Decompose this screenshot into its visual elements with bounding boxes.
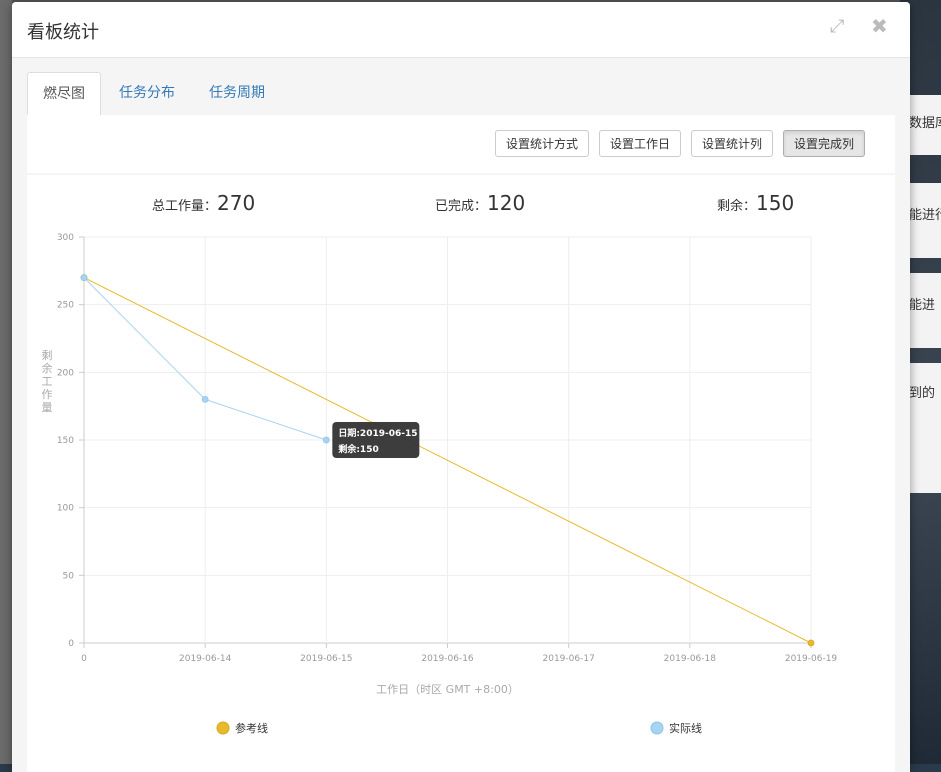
close-icon[interactable]: ✖ [871, 14, 888, 38]
series-point [807, 639, 815, 647]
y-axis-title-char: 剩 [42, 349, 53, 362]
legend-marker [650, 721, 664, 735]
kanban-stats-modal: 看板统计 ⤢ ✖ 燃尽图 任务分布 任务周期 设置统计方式 设置工作日 设置统计… [12, 2, 910, 772]
series-point [80, 274, 88, 281]
set-stat-mode-button[interactable]: 设置统计方式 [495, 130, 590, 157]
legend-marker [216, 721, 230, 735]
background-card: 能进行 [905, 183, 941, 258]
y-tick-label: 100 [57, 504, 74, 514]
x-tick-label: 0 [81, 654, 87, 664]
set-stat-columns-button[interactable]: 设置统计列 [691, 130, 774, 157]
set-done-columns-button[interactable]: 设置完成列 [783, 130, 866, 157]
y-axis-title-char: 余 [42, 361, 53, 375]
x-tick-label: 2019-06-16 [421, 654, 474, 664]
burndown-panel: 总工作量：270 已完成：120 剩余：150 0 50 100 150 200 250 3… [27, 175, 895, 772]
modal-header: 看板统计 ⤢ ✖ [12, 2, 910, 58]
y-tick-label: 150 [57, 436, 74, 446]
tooltip-remaining: 剩余:150 [338, 443, 378, 455]
x-tick-label: 2019-06-18 [664, 654, 717, 664]
y-tick-label: 0 [68, 639, 74, 649]
tab-bar: 燃尽图 任务分布 任务周期 [27, 72, 895, 117]
tab-burndown[interactable]: 燃尽图 [27, 72, 101, 117]
x-tick-label: 2019-06-19 [785, 654, 838, 664]
legend-label: 参考线 [235, 721, 268, 735]
x-tick-label: 2019-06-15 [300, 654, 352, 664]
y-tick-label: 200 [57, 368, 74, 378]
y-axis-title-char: 作 [42, 388, 53, 401]
y-tick-label: 50 [63, 571, 75, 581]
y-axis-title-char: 量 [42, 401, 53, 414]
series-point [201, 395, 209, 403]
y-axis-title-char: 工 [42, 375, 53, 388]
background-card: 到的 [905, 363, 941, 493]
background-left-strip [0, 0, 12, 764]
toolbar: 设置统计方式 设置工作日 设置统计列 设置完成列 [27, 115, 895, 173]
modal-title: 看板统计 [27, 22, 99, 43]
background-card: 能进 [905, 273, 941, 348]
y-tick-label: 300 [57, 233, 74, 243]
x-tick-label: 2019-06-17 [543, 654, 595, 664]
tab-task-distribution[interactable]: 任务分布 [104, 72, 190, 114]
background-card: 数据库 [905, 95, 941, 155]
legend-label: 实际线 [669, 721, 702, 735]
expand-icon[interactable]: ⤢ [830, 16, 844, 37]
burndown-chart: 0 50 100 150 200 250 300 0 2019-06-14 2019-06-15 2… [42, 233, 838, 735]
tab-task-cycle[interactable]: 任务周期 [194, 72, 280, 114]
series-point [322, 436, 330, 444]
tooltip-date: 日期:2019-06-15 [338, 427, 417, 439]
y-tick-label: 250 [57, 301, 74, 311]
set-workdays-button[interactable]: 设置工作日 [599, 130, 682, 157]
x-axis-title: 工作日（时区 GMT +8:00） [376, 683, 519, 696]
x-tick-label: 2019-06-14 [179, 654, 232, 664]
